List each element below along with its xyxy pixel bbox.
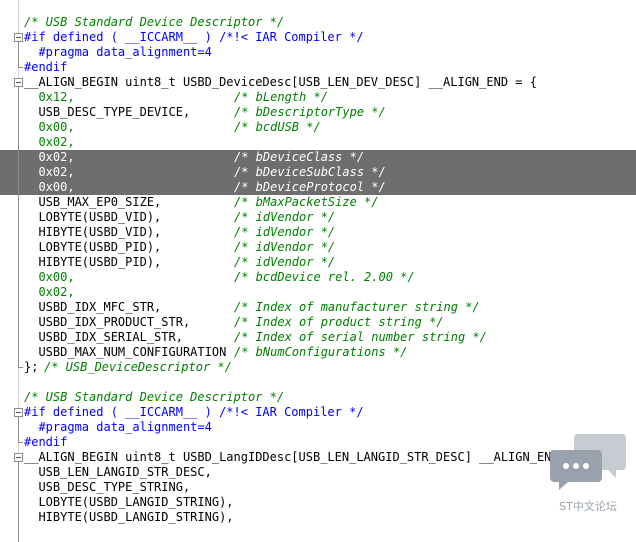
code-comment: /* bDescriptorType */ xyxy=(234,105,386,119)
code-text: 0x12, xyxy=(24,90,75,104)
code-line[interactable]: USB_LEN_LANGID_STR_DESC, xyxy=(0,465,636,480)
code-text: HIBYTE(USBD_VID), xyxy=(24,225,162,239)
code-line[interactable]: HIBYTE(USBD_PID), /* idVendor */ xyxy=(0,255,636,270)
code-text: #endif xyxy=(24,60,68,74)
code-comment: /* bDeviceProtocol */ xyxy=(234,180,386,194)
fold-toggle-icon[interactable] xyxy=(14,78,23,87)
chat-bubble-icon xyxy=(550,434,626,490)
code-text: 0x00, xyxy=(24,120,75,134)
code-text: LOBYTE(USBD_LANGID_STRING), xyxy=(24,495,234,509)
code-comment: /* USB Standard Device Descriptor */ xyxy=(24,390,285,404)
code-line[interactable]: USBD_IDX_PRODUCT_STR, /* Index of product… xyxy=(0,315,636,330)
code-line[interactable]: LOBYTE(USBD_LANGID_STRING), xyxy=(0,495,636,510)
code-text: #if defined ( __ICCARM__ ) /*!< IAR Comp… xyxy=(24,405,364,419)
code-comment: /* bcdUSB */ xyxy=(234,120,321,134)
code-text: USBD_IDX_SERIAL_STR, xyxy=(24,330,183,344)
code-line[interactable]: #if defined ( __ICCARM__ ) /*!< IAR Comp… xyxy=(0,405,636,420)
code-line[interactable]: }; /* USB_DeviceDescriptor */ xyxy=(0,360,636,375)
code-line[interactable]: #if defined ( __ICCARM__ ) /*!< IAR Comp… xyxy=(0,30,636,45)
code-comment: /* idVendor */ xyxy=(234,210,336,224)
fold-range-line xyxy=(18,42,19,68)
code-text: LOBYTE(USBD_PID), xyxy=(24,240,162,254)
code-text: USB_DESC_TYPE_STRING, xyxy=(24,480,191,494)
code-line[interactable]: /* USB Standard Device Descriptor */ xyxy=(0,390,636,405)
fold-end-tick xyxy=(18,367,23,368)
code-comment: /* bcdDevice rel. 2.00 */ xyxy=(234,270,415,284)
code-text: 0x00, xyxy=(24,180,75,194)
code-text: USBD_IDX_MFC_STR, xyxy=(24,300,162,314)
code-text: #endif xyxy=(24,435,68,449)
fold-end-tick xyxy=(18,442,23,443)
code-comment: /* bDeviceClass */ xyxy=(234,150,365,164)
code-line[interactable]: LOBYTE(USBD_VID), /* idVendor */ xyxy=(0,210,636,225)
code-line[interactable]: 0x02, xyxy=(0,285,636,300)
code-text: #if defined ( __ICCARM__ ) /*!< IAR Comp… xyxy=(24,30,364,44)
code-line[interactable]: __ALIGN_BEGIN uint8_t USBD_LangIDDesc[US… xyxy=(0,450,636,465)
fold-end-tick xyxy=(18,67,23,68)
code-line[interactable]: 0x00, /* bcdUSB */ xyxy=(0,120,636,135)
code-comment: /* bMaxPacketSize */ xyxy=(234,195,379,209)
code-comment: /* USB_DeviceDescriptor */ xyxy=(44,360,232,374)
watermark-logo: ST中文论坛 xyxy=(548,432,628,514)
code-text: __ALIGN_BEGIN uint8_t USBD_LangIDDesc[US… xyxy=(24,450,588,464)
code-text: USBD_IDX_PRODUCT_STR, xyxy=(24,315,191,329)
code-text: USBD_MAX_NUM_CONFIGURATION xyxy=(24,345,227,359)
watermark-text: ST中文论坛 xyxy=(559,500,617,513)
code-text: 0x02, xyxy=(24,165,75,179)
code-comment: /* Index of product string */ xyxy=(234,315,444,329)
code-comment: /* bLength */ xyxy=(234,90,328,104)
code-text: USB_LEN_LANGID_STR_DESC, xyxy=(24,465,212,479)
code-line[interactable]: #pragma data_alignment=4 xyxy=(0,420,636,435)
fold-toggle-icon[interactable] xyxy=(14,453,23,462)
code-comment: /* idVendor */ xyxy=(234,240,336,254)
code-line[interactable]: 0x00, /* bDeviceProtocol */ xyxy=(0,180,636,195)
fold-toggle-icon[interactable] xyxy=(14,33,23,42)
code-text: #pragma data_alignment=4 xyxy=(24,420,212,434)
code-line[interactable]: 0x02, /* bDeviceSubClass */ xyxy=(0,165,636,180)
code-line[interactable]: 0x00, /* bcdDevice rel. 2.00 */ xyxy=(0,270,636,285)
code-line[interactable]: USB_DESC_TYPE_STRING, xyxy=(0,480,636,495)
code-line[interactable]: LOBYTE(USBD_PID), /* idVendor */ xyxy=(0,240,636,255)
code-line[interactable] xyxy=(0,375,636,390)
fold-range-line xyxy=(18,462,19,542)
code-comment: /* Index of serial number string */ xyxy=(234,330,487,344)
code-line[interactable]: #endif xyxy=(0,60,636,75)
code-line[interactable]: USB_DESC_TYPE_DEVICE, /* bDescriptorType … xyxy=(0,105,636,120)
code-line[interactable]: USB_MAX_EP0_SIZE, /* bMaxPacketSize */ xyxy=(0,195,636,210)
code-text: USB_DESC_TYPE_DEVICE, xyxy=(24,105,191,119)
fold-range-line xyxy=(18,87,19,368)
code-text: LOBYTE(USBD_VID), xyxy=(24,210,162,224)
code-line[interactable]: __ALIGN_BEGIN uint8_t USBD_DeviceDesc[US… xyxy=(0,75,636,90)
code-comment: /* idVendor */ xyxy=(234,225,336,239)
code-line[interactable]: /* USB Standard Device Descriptor */ xyxy=(0,15,636,30)
code-line[interactable]: USBD_IDX_MFC_STR, /* Index of manufacture… xyxy=(0,300,636,315)
code-line[interactable]: 0x12, /* bLength */ xyxy=(0,90,636,105)
code-text: USB_MAX_EP0_SIZE, xyxy=(24,195,162,209)
code-text: 0x02, xyxy=(24,285,75,299)
fold-toggle-icon[interactable] xyxy=(14,408,23,417)
code-text: 0x02, xyxy=(24,135,75,149)
fold-range-line xyxy=(18,417,19,443)
code-comment: /* Index of manufacturer string */ xyxy=(234,300,480,314)
code-text: }; xyxy=(24,360,46,374)
code-line[interactable]: 0x02, /* bDeviceClass */ xyxy=(0,150,636,165)
code-line[interactable]: #pragma data_alignment=4 xyxy=(0,45,636,60)
code-text: 0x02, xyxy=(24,150,75,164)
code-line[interactable]: HIBYTE(USBD_VID), /* idVendor */ xyxy=(0,225,636,240)
code-comment: /* bDeviceSubClass */ xyxy=(234,165,386,179)
code-text: __ALIGN_BEGIN uint8_t USBD_DeviceDesc[US… xyxy=(24,75,537,89)
code-line[interactable]: #endif xyxy=(0,435,636,450)
code-comment: /* USB Standard Device Descriptor */ xyxy=(24,15,285,29)
code-text: #pragma data_alignment=4 xyxy=(24,45,212,59)
code-line[interactable]: 0x02, xyxy=(0,135,636,150)
code-comment: /* idVendor */ xyxy=(234,255,336,269)
code-line[interactable]: USBD_MAX_NUM_CONFIGURATION /* bNumConfigu… xyxy=(0,345,636,360)
code-text: HIBYTE(USBD_PID), xyxy=(24,255,162,269)
code-line[interactable]: USBD_IDX_SERIAL_STR, /* Index of serial n… xyxy=(0,330,636,345)
code-editor[interactable]: /* USB Standard Device Descriptor */#if … xyxy=(0,0,636,542)
code-text: 0x00, xyxy=(24,270,75,284)
code-comment: /* bNumConfigurations */ xyxy=(234,345,408,359)
